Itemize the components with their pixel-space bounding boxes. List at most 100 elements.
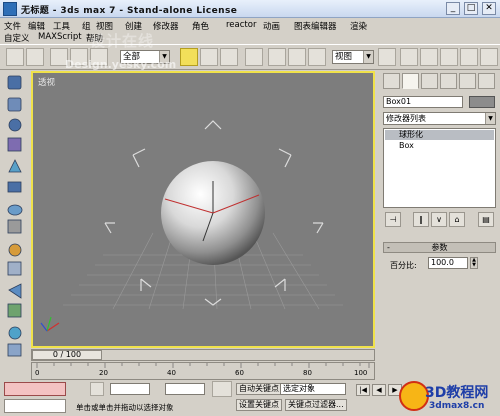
reactor-toolbar-icons — [7, 75, 23, 357]
tick-label: 0 — [35, 369, 40, 377]
key-icon[interactable] — [212, 381, 232, 397]
chevron-down-icon: ▼ — [363, 51, 373, 63]
hierarchy-tab-icon[interactable] — [421, 73, 438, 89]
show-end-result-icon[interactable]: ‖ — [413, 212, 429, 227]
chevron-down-icon: ▼ — [485, 113, 495, 124]
prev-frame-icon[interactable]: ◀ — [372, 384, 386, 396]
spinner-snap-icon[interactable] — [460, 48, 478, 66]
pivot-icon[interactable] — [378, 48, 396, 66]
stack-item-label: 球形化 — [399, 130, 423, 139]
collapse-icon: - — [387, 243, 390, 252]
tick-label: 40 — [167, 369, 176, 377]
modify-tab-icon[interactable] — [402, 73, 419, 89]
configure-sets-icon[interactable]: ▤ — [478, 212, 494, 227]
menu-edit[interactable]: 编辑 — [28, 20, 45, 32]
modifier-stack: 球形化 Box — [383, 128, 496, 208]
menu-maxscript[interactable]: MAXScript — [38, 32, 82, 42]
maxscript-listener[interactable] — [4, 382, 66, 396]
undo-icon[interactable] — [6, 48, 24, 66]
move-icon[interactable] — [268, 48, 286, 66]
rotate-icon[interactable] — [288, 48, 306, 66]
angle-snap-icon[interactable] — [420, 48, 438, 66]
menu-tools[interactable]: 工具 — [53, 20, 70, 32]
set-key-button[interactable]: 设置关键点 — [236, 399, 282, 411]
tick-label: 100 — [354, 369, 368, 377]
utilities-tab-icon[interactable] — [478, 73, 495, 89]
command-panel: Box01 修改器列表 ▼ 球形化 Box ⊣ ‖ ∨ ⌂ ▤ - 参数 百分比… — [378, 70, 500, 370]
key-filters-button[interactable]: 关键点过滤器... — [285, 399, 347, 411]
pin-stack-icon[interactable]: ⊣ — [385, 212, 401, 227]
close-button[interactable]: ✕ — [482, 2, 496, 15]
create-tab-icon[interactable] — [383, 73, 400, 89]
lock-selection-icon[interactable] — [90, 382, 104, 396]
percent-label: 百分比: — [390, 261, 417, 270]
menu-character[interactable]: 角色 — [192, 20, 209, 32]
tick-label: 80 — [303, 369, 312, 377]
time-slider-thumb[interactable]: 0 / 100 — [32, 350, 102, 360]
menu-file[interactable]: 文件 — [4, 20, 21, 32]
goto-start-icon[interactable]: |◀ — [356, 384, 370, 396]
percent-snap-icon[interactable] — [440, 48, 458, 66]
status-bar: 自动关键点 选定对象 设置关键点 关键点过滤器... 单击或单击并拖动以选择对象… — [0, 380, 500, 416]
minimize-button[interactable]: _ — [446, 2, 460, 15]
status-prompt: 单击或单击并拖动以选择对象 — [76, 403, 174, 412]
snap-icon[interactable] — [400, 48, 418, 66]
axis-tripod-icon — [40, 316, 60, 332]
mirror-icon[interactable] — [480, 48, 498, 66]
window-crossing-icon[interactable] — [245, 48, 263, 66]
stack-item-spherify[interactable]: 球形化 — [385, 130, 494, 140]
menu-animation[interactable]: 动画 — [263, 20, 280, 32]
stack-buttons: ⊣ ‖ ∨ ⌂ ▤ — [383, 212, 496, 228]
selection-set-dropdown[interactable]: 选定对象 — [280, 383, 346, 395]
site-logo: 3D教程网 3dmax8.cn — [397, 380, 500, 416]
track-bar[interactable]: 0 20 40 60 80 100 — [31, 362, 375, 380]
ref-coord-value: 视图 — [335, 52, 353, 62]
viewport-label[interactable]: 透视 — [38, 76, 55, 88]
menu-bar-row2: 自定义 MAXScript 帮助 — [0, 32, 500, 44]
display-tab-icon[interactable] — [459, 73, 476, 89]
reference-coordinate-dropdown[interactable]: 视图 ▼ — [332, 50, 374, 64]
watermark-url: Design.yesky.com — [65, 58, 177, 71]
perspective-viewport[interactable]: 透视 — [31, 71, 375, 348]
menu-rendering[interactable]: 渲染 — [350, 20, 367, 32]
title-bar: 无标题 - 3ds max 7 - Stand-alone License _ … — [0, 0, 500, 18]
maxscript-input[interactable] — [4, 399, 66, 413]
modifier-list-dropdown[interactable]: 修改器列表 ▼ — [383, 112, 496, 125]
maximize-button[interactable]: □ — [464, 2, 478, 15]
tick-label: 20 — [99, 369, 108, 377]
modifier-list-label: 修改器列表 — [386, 114, 426, 123]
window-title: 无标题 - 3ds max 7 - Stand-alone License — [21, 6, 238, 16]
logo-title: 3D教程网 — [425, 385, 489, 401]
watermark-logo: 设计在线 — [90, 32, 155, 50]
select-object-icon[interactable] — [180, 48, 198, 66]
viewport-scene — [40, 120, 343, 332]
object-color-swatch[interactable] — [469, 96, 495, 108]
menu-modifiers[interactable]: 修改器 — [153, 20, 179, 32]
logo-url: 3dmax8.cn — [429, 401, 485, 411]
region-select-icon[interactable] — [220, 48, 238, 66]
menu-reactor[interactable]: reactor — [226, 20, 256, 30]
time-slider[interactable]: 0 / 100 — [31, 349, 375, 361]
percent-spinner[interactable]: ▲ ▼ — [470, 257, 478, 269]
select-by-name-icon[interactable] — [200, 48, 218, 66]
menu-graph-editors[interactable]: 图表编辑器 — [294, 20, 337, 32]
menu-customize[interactable]: 自定义 — [4, 32, 30, 44]
percent-field[interactable]: 100.0 — [428, 257, 468, 269]
motion-tab-icon[interactable] — [440, 73, 457, 89]
app-icon[interactable] — [3, 2, 17, 16]
auto-key-button[interactable]: 自动关键点 — [236, 383, 282, 395]
stack-item-label: Box — [399, 141, 414, 150]
make-unique-icon[interactable]: ∨ — [431, 212, 447, 227]
menu-bar: 文件 编辑 工具 组 视图 创建 修改器 角色 reactor 动画 图表编辑器… — [0, 18, 500, 32]
coord-x-field[interactable] — [110, 383, 150, 395]
stack-item-box[interactable]: Box — [385, 141, 494, 151]
track-bar-ticks — [36, 363, 370, 368]
parameters-rollout[interactable]: - 参数 — [383, 242, 496, 253]
object-name-field[interactable]: Box01 — [383, 96, 463, 108]
coord-y-field[interactable] — [165, 383, 205, 395]
tick-label: 60 — [235, 369, 244, 377]
scale-icon[interactable] — [308, 48, 326, 66]
reactor-toolbar — [0, 70, 30, 370]
remove-modifier-icon[interactable]: ⌂ — [449, 212, 465, 227]
redo-icon[interactable] — [26, 48, 44, 66]
